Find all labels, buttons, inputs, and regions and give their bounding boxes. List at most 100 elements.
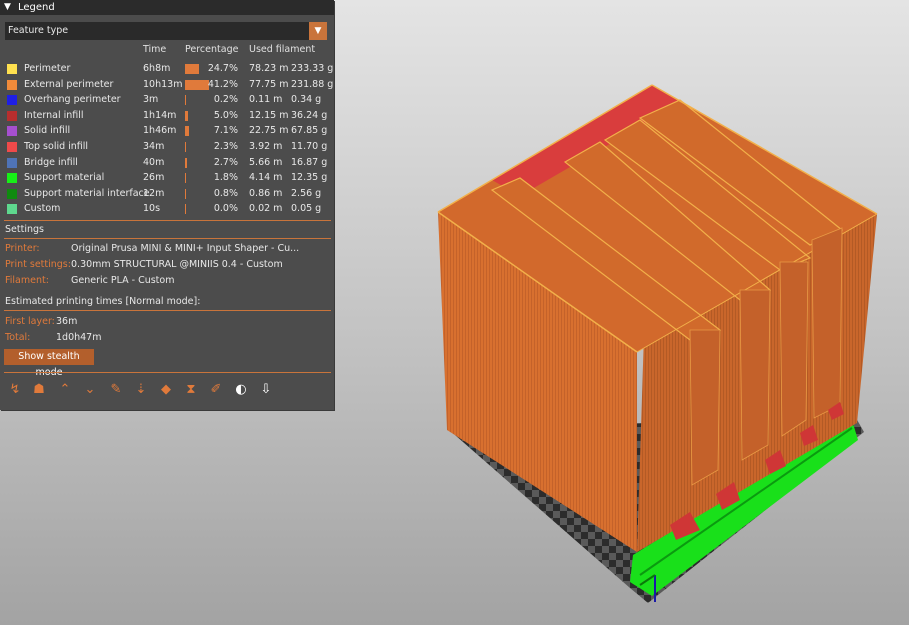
feature-length: 3.92 m bbox=[249, 141, 283, 152]
estimates-heading: Estimated printing times [Normal mode]: bbox=[5, 296, 201, 307]
feature-time: 34m bbox=[143, 141, 165, 152]
column-used-filament: Used filament bbox=[249, 44, 316, 55]
feature-time: 10h13m bbox=[143, 78, 183, 90]
wipe-icon[interactable]: ☗ bbox=[30, 380, 48, 400]
center-of-gravity-icon[interactable]: ◐ bbox=[232, 380, 250, 400]
tool-changes-icon[interactable]: ⇣ bbox=[132, 380, 150, 400]
feature-name: External perimeter bbox=[24, 78, 114, 90]
feature-name: Top solid infill bbox=[24, 141, 89, 152]
percentage-bar bbox=[185, 142, 187, 152]
feature-name: Internal infill bbox=[24, 109, 84, 121]
retractions-icon[interactable]: ⌃ bbox=[56, 380, 74, 400]
legend-row[interactable]: Support material interface 12m 0.8% 0.86 m 2… bbox=[0, 186, 334, 201]
feature-name: Custom bbox=[24, 203, 61, 215]
print-settings-value: 0.30mm STRUCTURAL @MINIIS 0.4 - Custom bbox=[71, 259, 283, 270]
feature-time: 3m bbox=[143, 94, 159, 106]
percentage-bar bbox=[185, 157, 187, 168]
column-percentage: Percentage bbox=[185, 44, 239, 55]
legend-row[interactable]: Overhang perimeter 3m 0.2% 0.11 m 0.34 g bbox=[0, 92, 334, 107]
legend-row[interactable]: Custom 10s 0.0% 0.02 m 0.05 g bbox=[0, 201, 334, 216]
feature-weight: 2.56 g bbox=[291, 187, 322, 199]
feature-weight: 11.70 g bbox=[291, 141, 328, 152]
feature-time: 12m bbox=[143, 187, 165, 199]
feature-length: 22.75 m bbox=[249, 125, 289, 137]
feature-percentage: 7.1% bbox=[213, 125, 238, 137]
color-changes-icon[interactable]: ◆ bbox=[157, 380, 175, 400]
deretractions-icon[interactable]: ⌄ bbox=[81, 380, 99, 400]
legend-row[interactable]: Solid infill 1h46m 7.1% 22.75 m 67.85 g bbox=[0, 123, 334, 138]
feature-percentage: 41.2% bbox=[207, 78, 238, 90]
first-layer-label: First layer: bbox=[5, 316, 55, 327]
color-swatch bbox=[7, 126, 17, 137]
feature-length: 78.23 m bbox=[249, 63, 289, 74]
feature-weight: 36.24 g bbox=[291, 109, 328, 121]
feature-name: Support material interface bbox=[24, 187, 150, 199]
separator bbox=[4, 310, 331, 311]
tool-marker-icon[interactable]: ⇩ bbox=[257, 380, 275, 400]
feature-time: 1h46m bbox=[143, 125, 177, 137]
feature-weight: 233.33 g bbox=[291, 63, 334, 74]
color-swatch bbox=[7, 64, 17, 74]
feature-name: Bridge infill bbox=[24, 156, 78, 168]
color-swatch bbox=[7, 204, 17, 215]
percentage-bar bbox=[185, 173, 187, 184]
separator bbox=[4, 220, 331, 221]
total-label: Total: bbox=[5, 332, 31, 343]
options-toolbar: ↯ ☗ ⌃ ⌄ ✎ ⇣ ◆ ⧗ ✐ ◐ ⇩ bbox=[4, 380, 334, 402]
feature-time: 26m bbox=[143, 172, 165, 184]
feature-name: Overhang perimeter bbox=[24, 94, 121, 106]
legend-row[interactable]: Support material 26m 1.8% 4.14 m 12.35 g bbox=[0, 170, 334, 185]
feature-weight: 0.05 g bbox=[291, 203, 322, 215]
feature-percentage: 1.8% bbox=[213, 172, 238, 184]
filament-value: Generic PLA - Custom bbox=[71, 275, 175, 286]
pause-prints-icon[interactable]: ⧗ bbox=[182, 380, 200, 400]
legend-row[interactable]: Perimeter 6h8m 24.7% 78.23 m 233.33 g bbox=[0, 61, 334, 76]
seams-icon[interactable]: ✎ bbox=[107, 380, 125, 400]
color-swatch bbox=[7, 188, 17, 199]
feature-time: 10s bbox=[143, 203, 161, 215]
feature-time: 1h14m bbox=[143, 109, 177, 121]
view-type-value: Feature type bbox=[8, 25, 69, 36]
feature-weight: 0.34 g bbox=[291, 94, 322, 106]
collapse-triangle-icon[interactable]: ▼ bbox=[4, 0, 11, 15]
feature-percentage: 24.7% bbox=[207, 63, 238, 74]
feature-percentage: 0.0% bbox=[213, 203, 238, 215]
filament-label: Filament: bbox=[5, 275, 49, 286]
feature-length: 0.11 m bbox=[249, 94, 283, 106]
legend-row[interactable]: Internal infill 1h14m 5.0% 12.15 m 36.24 g bbox=[0, 108, 334, 123]
color-swatch bbox=[7, 142, 17, 152]
show-stealth-mode-button[interactable]: Show stealth mode bbox=[4, 349, 94, 378]
feature-length: 77.75 m bbox=[249, 78, 289, 90]
feature-time: 40m bbox=[143, 156, 165, 168]
travel-icon[interactable]: ↯ bbox=[6, 380, 24, 400]
color-swatch bbox=[7, 110, 17, 121]
settings-heading: Settings bbox=[5, 224, 44, 235]
feature-percentage: 5.0% bbox=[213, 109, 238, 121]
legend-row[interactable]: Top solid infill 34m 2.3% 3.92 m 11.70 g bbox=[0, 139, 334, 154]
printer-label: Printer: bbox=[5, 243, 40, 254]
feature-length: 0.02 m bbox=[249, 203, 283, 215]
feature-percentage: 0.2% bbox=[213, 94, 238, 106]
feature-weight: 12.35 g bbox=[291, 172, 328, 184]
feature-percentage: 2.3% bbox=[213, 141, 238, 152]
legend-header[interactable]: ▼ Legend bbox=[0, 0, 334, 15]
percentage-bar bbox=[185, 204, 186, 215]
column-time: Time bbox=[143, 44, 167, 55]
feature-length: 0.86 m bbox=[249, 187, 283, 199]
feature-weight: 16.87 g bbox=[291, 156, 328, 168]
feature-percentage: 2.7% bbox=[213, 156, 238, 168]
feature-name: Solid infill bbox=[24, 125, 71, 137]
percentage-bar bbox=[185, 110, 188, 121]
legend-row[interactable]: Bridge infill 40m 2.7% 5.66 m 16.87 g bbox=[0, 155, 334, 170]
separator bbox=[4, 372, 331, 373]
dropdown-arrow-icon[interactable]: ▼ bbox=[309, 22, 327, 40]
custom-gcodes-icon[interactable]: ✐ bbox=[207, 380, 225, 400]
percentage-bar bbox=[185, 188, 186, 199]
print-settings-label: Print settings: bbox=[5, 259, 71, 270]
percentage-bar bbox=[185, 126, 190, 137]
legend-row[interactable]: External perimeter 10h13m 41.2% 77.75 m 231.… bbox=[0, 77, 334, 92]
percentage-bar bbox=[185, 95, 186, 106]
legend-title: Legend bbox=[18, 2, 55, 13]
view-type-select[interactable]: Feature type ▼ bbox=[5, 22, 327, 40]
printer-value: Original Prusa MINI & MINI+ Input Shaper… bbox=[71, 243, 300, 254]
